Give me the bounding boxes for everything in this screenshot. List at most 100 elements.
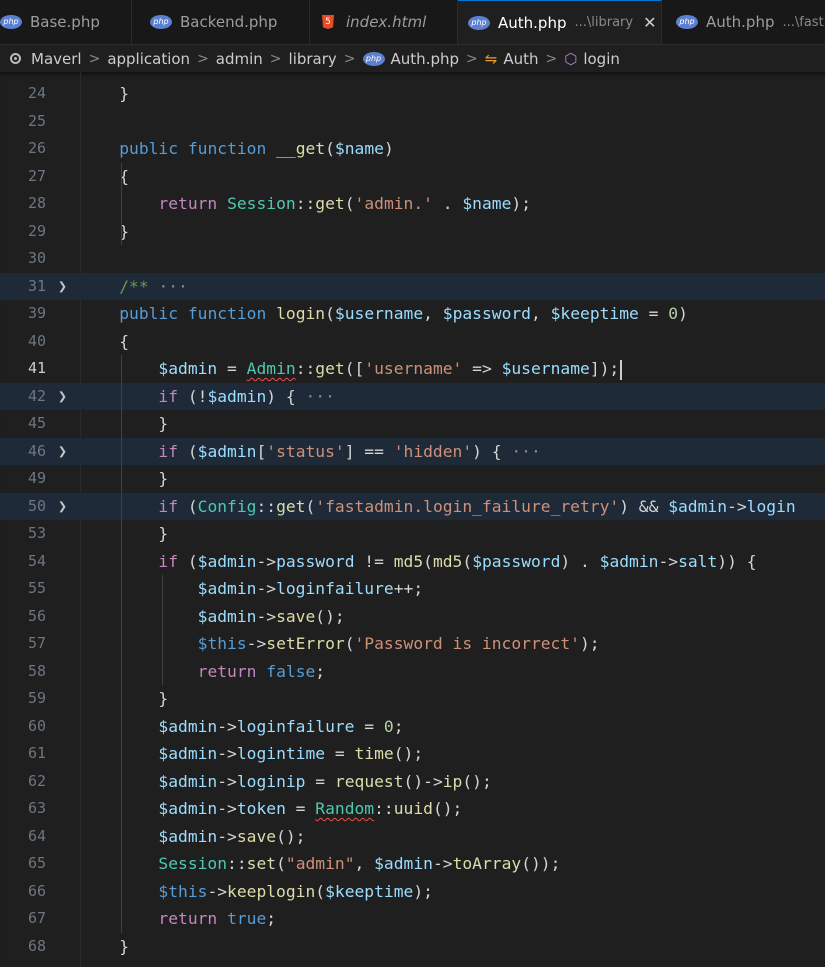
line-number: 27 (27, 166, 46, 185)
code-line[interactable]: 65 Session::set("admin", $admin->toArray… (0, 850, 825, 878)
code-text: return false; (197, 661, 326, 681)
code-editor[interactable]: 24 } 25 26 public function __get($name) 27 … (0, 72, 825, 967)
line-number: 63 (27, 799, 46, 817)
code-text: if (Config::get('fastadmin.login_failure… (158, 496, 796, 516)
code-line[interactable]: 54 if ($admin->password != md5(md5($pass… (0, 548, 825, 576)
code-text: $this->keeplogin($keeptime); (158, 881, 433, 901)
tab-description: ...\library (574, 15, 634, 30)
breadcrumb-item-file[interactable]: Auth.php (391, 50, 459, 68)
code-text: } (80, 524, 169, 543)
line-number: 24 (27, 84, 46, 102)
breadcrumb-item-method[interactable]: login (583, 50, 620, 68)
close-icon[interactable]: ✕ (643, 13, 656, 32)
code-line[interactable]: 39 public function login($username, $pas… (0, 300, 825, 328)
line-number: 46 (27, 441, 46, 460)
chevron-right-icon: > (545, 50, 558, 67)
code-line[interactable]: 55 $admin->loginfailure++; (0, 575, 825, 603)
indent-guide (161, 575, 163, 685)
indent-guide (120, 162, 122, 245)
breadcrumb-item-library[interactable]: library (289, 50, 337, 68)
code-line[interactable]: 58 return false; (0, 658, 825, 686)
chevron-right-icon: > (343, 50, 356, 67)
html5-file-icon: 5 (322, 15, 334, 29)
code-text: { (80, 331, 130, 351)
code-text: $admin->save(); (158, 826, 306, 846)
breadcrumb-item-class[interactable]: Auth (503, 50, 538, 68)
php-file-icon: php (150, 15, 172, 29)
code-line[interactable]: 60 $admin->loginfailure = 0; (0, 713, 825, 741)
code-line[interactable]: 29 } (0, 218, 825, 246)
php-file-icon: php (362, 51, 385, 66)
line-number: 68 (27, 936, 46, 955)
chevron-right-icon: > (197, 50, 209, 67)
tab-label: index.html (346, 13, 427, 31)
code-line[interactable]: 42 ❯ if (!$admin) { ··· (0, 382, 825, 411)
line-number: 30 (27, 249, 46, 267)
code-line[interactable]: 50 ❯ if (Config::get('fastadmin.login_fai… (0, 492, 825, 521)
code-text: $admin = Admin::get(['username' => $user… (80, 355, 623, 383)
fold-chevron-icon[interactable]: ❯ (58, 438, 67, 466)
code-line[interactable]: 40 { (0, 328, 825, 356)
line-number: 60 (27, 716, 46, 735)
line-number: 40 (27, 331, 46, 350)
breadcrumb: Maverl > application > admin > library >… (0, 45, 825, 72)
code-line[interactable]: 26 public function __get($name) (0, 135, 825, 163)
code-line[interactable]: 30 (0, 245, 825, 273)
line-number: 50 (27, 496, 46, 515)
code-line[interactable]: 49 } (0, 465, 825, 493)
code-line[interactable]: 25 (0, 108, 825, 136)
fold-chevron-icon[interactable]: ❯ (58, 273, 67, 301)
line-number: 29 (27, 221, 46, 240)
line-number: 49 (27, 469, 46, 487)
code-line[interactable]: 56 $admin->save(); (0, 603, 825, 631)
code-line[interactable]: 67 return true; (0, 905, 825, 933)
fold-chevron-icon[interactable]: ❯ (58, 493, 67, 521)
breadcrumb-item-maverl[interactable]: Maverl (31, 50, 82, 68)
tab-description: ...\fast (782, 14, 824, 30)
line-number: 45 (27, 414, 46, 432)
indent-guide (120, 355, 122, 933)
code-line[interactable]: 45 } (0, 410, 825, 438)
code-line[interactable]: 27 { (0, 163, 825, 191)
tab-base-php[interactable]: php Base.php (0, 0, 132, 44)
code-text: $admin->save(); (197, 606, 345, 626)
code-line[interactable]: 57 $this->setError('Password is incorrec… (0, 630, 825, 658)
tab-auth-php-fast[interactable]: php Auth.php ...\fast (662, 0, 825, 44)
tab-backend-php[interactable]: php Backend.php (142, 0, 310, 44)
code-text: if ($admin['status'] == 'hidden') { ··· (158, 441, 541, 461)
code-line[interactable]: 53 } (0, 520, 825, 548)
line-number: 61 (27, 744, 46, 762)
code-line[interactable]: 62 $admin->loginip = request()->ip(); (0, 768, 825, 796)
php-file-icon: php (676, 15, 698, 29)
method-cube-icon: ⬡ (564, 49, 578, 68)
line-number: 54 (27, 551, 46, 570)
breadcrumb-item-application[interactable]: application (107, 50, 190, 68)
code-text: } (80, 84, 130, 103)
code-line[interactable]: 59 } (0, 685, 825, 713)
tab-index-html[interactable]: 5 index.html (310, 0, 458, 44)
code-line[interactable]: 64 $admin->save(); (0, 823, 825, 851)
line-number: 67 (27, 909, 46, 927)
code-line[interactable]: 68 } (0, 933, 825, 961)
code-line[interactable]: 66 $this->keeplogin($keeptime); (0, 878, 825, 906)
code-text: } (80, 689, 169, 708)
code-line[interactable]: 61 $admin->logintime = time(); (0, 740, 825, 768)
code-line[interactable]: 63 $admin->token = Random::uuid(); (0, 795, 825, 823)
breadcrumb-item-admin[interactable]: admin (216, 50, 263, 68)
tab-label: Base.php (30, 13, 100, 31)
line-number: 64 (27, 826, 46, 845)
tab-label: Auth.php (498, 13, 567, 32)
fold-chevron-icon[interactable]: ❯ (58, 383, 67, 411)
line-number: 42 (27, 386, 46, 405)
code-line[interactable]: 24 } (0, 80, 825, 108)
code-line[interactable]: 41 $admin = Admin::get(['username' => $u… (0, 355, 825, 383)
code-line[interactable]: 46 ❯ if ($admin['status'] == 'hidden') { … (0, 437, 825, 466)
code-line[interactable]: 31 ❯ /** ··· (0, 272, 825, 301)
chevron-right-icon: > (466, 50, 478, 67)
code-line[interactable]: 28 return Session::get('admin.' . $name)… (0, 190, 825, 218)
code-text: public function login($username, $passwo… (119, 304, 688, 323)
chevron-right-icon: > (88, 50, 101, 67)
code-text: $admin->token = Random::uuid(); (158, 799, 463, 818)
code-text: $admin->loginfailure++; (197, 579, 424, 598)
tab-auth-php-library[interactable]: php Auth.php ...\library ✕ (458, 0, 662, 44)
